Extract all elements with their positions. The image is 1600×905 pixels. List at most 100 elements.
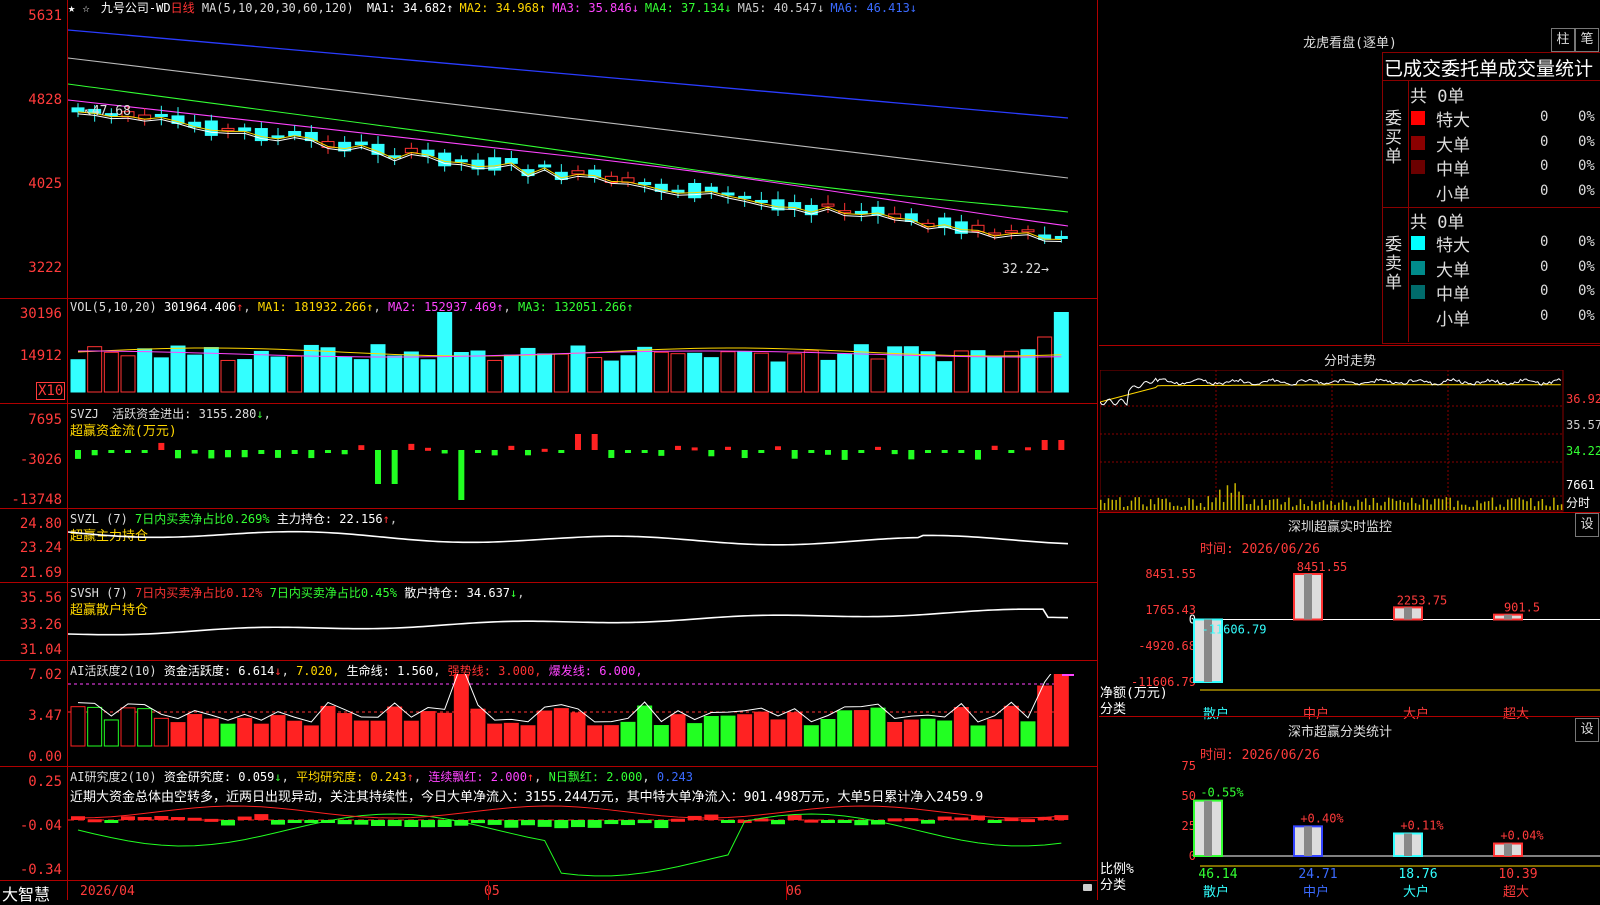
- sell-row-label: 小单: [1436, 309, 1470, 330]
- order-stats-hline: [1382, 80, 1600, 81]
- stat-side-2: 分类: [1100, 878, 1127, 893]
- ai2-a: 资金研究度: 0.059: [163, 770, 275, 784]
- fenshi-vol-bar: [1411, 497, 1413, 510]
- activity-bar: [603, 725, 619, 747]
- volume-bar: [953, 350, 969, 393]
- fenshi-vol-bar: [1361, 501, 1363, 510]
- bar-mode-button[interactable]: 柱: [1551, 28, 1575, 52]
- period-label[interactable]: 日线: [171, 1, 195, 15]
- fenshi-vol-bar: [1460, 504, 1463, 510]
- order-stats-header: 已成交委托单成交量统计: [1384, 58, 1594, 80]
- research-bar: [821, 820, 835, 824]
- ma5-line: [68, 57, 1069, 179]
- activity-bar: [620, 721, 636, 747]
- fenshi-vol-bar: [1533, 506, 1536, 510]
- buy-row-n: 0: [1540, 133, 1549, 150]
- activity-bar: [1020, 721, 1036, 747]
- activity-bar: [970, 725, 986, 747]
- sell-row-label: 中单: [1436, 285, 1470, 305]
- tick-mode-button[interactable]: 笔: [1575, 28, 1599, 52]
- fund-flow-bar: [808, 450, 815, 453]
- stat-chart[interactable]: 7550250-0.55%46.14散户+0.40%24.71中户+0.11%1…: [1100, 756, 1600, 900]
- candle: [688, 182, 702, 199]
- activity-bar: [803, 725, 819, 747]
- fenshi-vol-bar: [1134, 497, 1137, 510]
- svzl-axis-3: 21.69: [19, 565, 62, 581]
- volume-bar: [820, 359, 836, 393]
- activity-bar: [337, 713, 353, 747]
- retail-position-pane[interactable]: [68, 594, 1098, 660]
- chart-header: ★ ☆ 九号公司-WD日线 MA(5,10,20,30,60,120) MA1:…: [68, 0, 917, 16]
- volume-bar: [587, 357, 603, 393]
- volume-bar: [870, 358, 886, 393]
- fund-flow-bar: [158, 442, 165, 450]
- research-bar: [521, 820, 535, 826]
- fund-flow-bar: [175, 450, 181, 459]
- sell-row-color-swatch: [1411, 260, 1425, 275]
- research-bar: [204, 818, 219, 822]
- buy-row-n: 0: [1540, 109, 1549, 125]
- stat-change-label: +0.04%: [1500, 829, 1544, 843]
- volume-bar: [703, 357, 719, 393]
- research-bar: [921, 820, 935, 824]
- sell-row-color-swatch: [1411, 309, 1425, 324]
- ma-value-3: MA3: 35.846↓: [552, 1, 639, 15]
- research-pane[interactable]: [68, 800, 1098, 878]
- stock-name[interactable]: 九号公司-WD: [101, 1, 171, 15]
- ai2-axis-2: -0.04: [19, 818, 62, 834]
- fenshi-vol-bar: [1107, 498, 1110, 510]
- fund-flow-pane[interactable]: [68, 420, 1098, 508]
- fenshi-vol-bar: [1234, 483, 1236, 510]
- research-bar: [721, 820, 735, 823]
- fund-flow-bar: [141, 450, 148, 453]
- stat-title: 深市超赢分类统计: [1287, 725, 1392, 740]
- lock-icon[interactable]: [1083, 884, 1092, 891]
- volume-pane[interactable]: [68, 312, 1098, 400]
- volume-bar: [620, 355, 636, 393]
- fund-flow-bar: [575, 434, 581, 450]
- fenshi-vol-bar: [1311, 500, 1313, 510]
- buy-row-pct: 0%: [1578, 182, 1595, 199]
- sell-row-pct: 0%: [1578, 258, 1595, 275]
- stat-change-label: -0.55%: [1200, 786, 1244, 800]
- fund-flow-bar: [225, 450, 231, 458]
- volume-bar: [987, 356, 1003, 393]
- research-bar: [254, 814, 269, 820]
- fund-flow-bar: [925, 450, 931, 453]
- stat-value-label: 10.39: [1498, 867, 1537, 882]
- ai2-d: N日飘红: 2.000: [548, 770, 643, 784]
- sell-row-pct: 0%: [1578, 283, 1595, 299]
- fund-flow-bar: [508, 445, 515, 450]
- monitor-settings-button[interactable]: 设: [1575, 513, 1599, 537]
- activity-bar: [187, 714, 203, 747]
- activity-pane[interactable]: [68, 674, 1098, 766]
- monitor-chart[interactable]: 8451.551765.430-4920.68-11606.79-11606.7…: [1100, 552, 1600, 722]
- monitor-category-label: 散户: [1203, 706, 1229, 722]
- activity-bar: [1037, 685, 1053, 747]
- monitor-bar-shade: [1404, 607, 1412, 620]
- svsh-axis-2: 33.26: [19, 617, 62, 633]
- stat-settings-button[interactable]: 设: [1575, 718, 1599, 742]
- svzj-axis-1: 7695: [28, 412, 62, 428]
- ma3-line: [68, 99, 1069, 227]
- research-bar: [421, 820, 435, 828]
- volume-bar: [787, 353, 803, 393]
- fenshi-vol-bar: [1157, 497, 1160, 510]
- fenshi-vol-bar: [1249, 504, 1252, 510]
- ma6-line: [68, 29, 1069, 119]
- intraday-chart[interactable]: [1100, 370, 1564, 512]
- fenshi-vol-bar: [1284, 502, 1286, 510]
- favorite-star-icon[interactable]: ★ ☆: [68, 1, 90, 15]
- fund-flow-bar: [941, 450, 948, 453]
- kline-pane[interactable]: [68, 16, 1098, 298]
- activity-bar: [687, 723, 703, 747]
- sell-row-color-swatch: [1411, 236, 1425, 250]
- main-position-pane[interactable]: [68, 520, 1098, 582]
- fenshi-axis-5: 分时: [1566, 496, 1591, 510]
- fund-flow-bar: [875, 446, 881, 450]
- stat-category-label: 超大: [1503, 885, 1529, 900]
- fenshi-vol-bar: [1391, 498, 1394, 510]
- fund-flow-bar: [975, 450, 981, 460]
- fund-flow-bar: [375, 450, 381, 484]
- fenshi-vol-bar: [1526, 501, 1528, 510]
